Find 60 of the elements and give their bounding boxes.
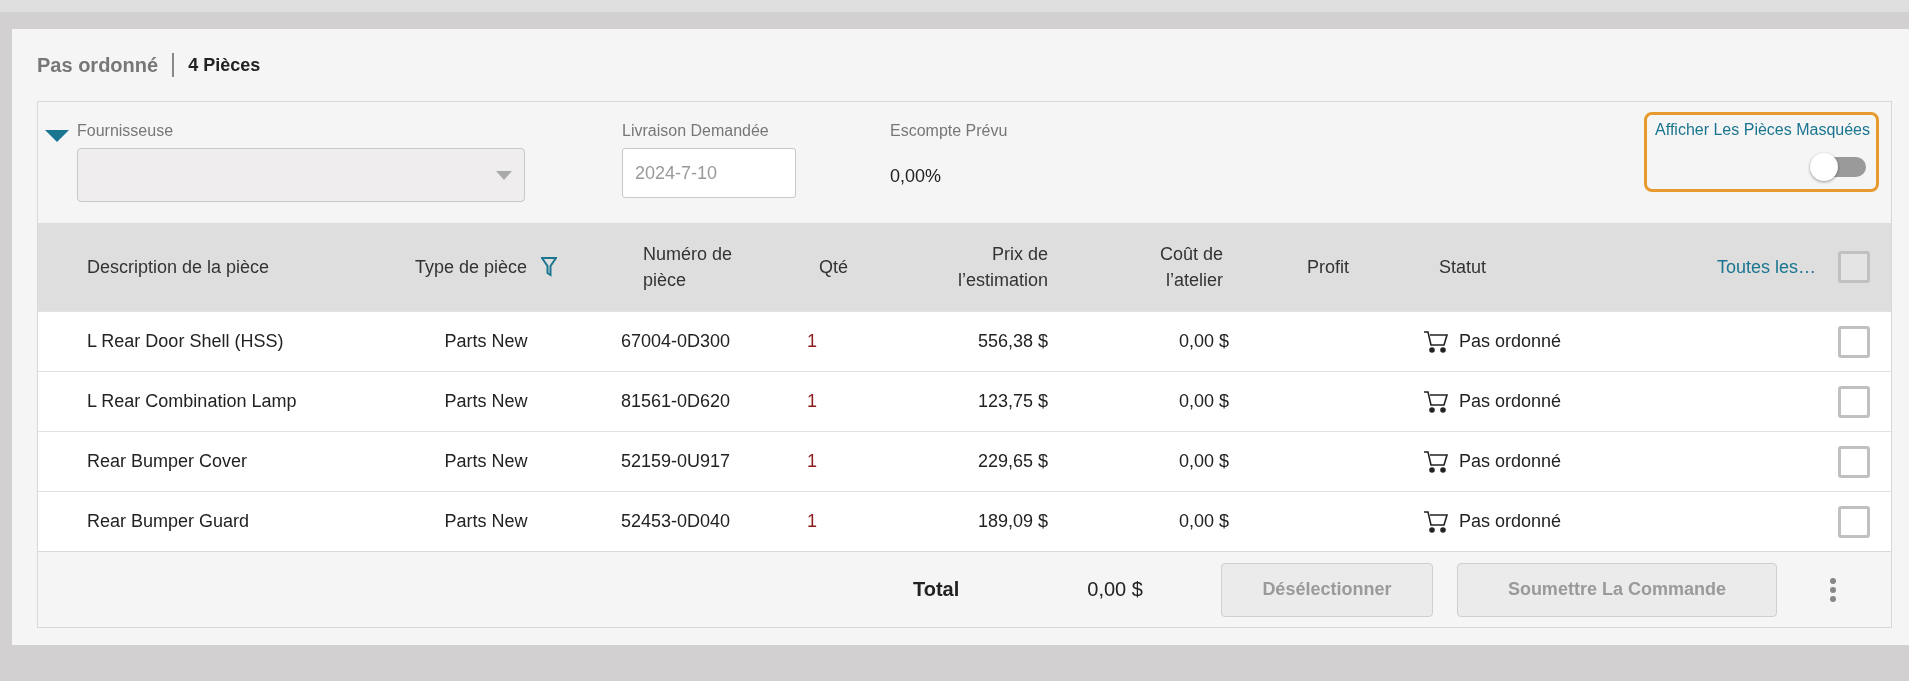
status-text: Pas ordonné bbox=[1459, 331, 1562, 352]
table-cell: Parts New bbox=[444, 511, 528, 532]
more-options-icon[interactable] bbox=[1828, 576, 1837, 603]
collapse-caret-icon[interactable] bbox=[45, 130, 69, 144]
filter-icon[interactable] bbox=[541, 257, 558, 277]
table-cell: Rear Bumper Cover bbox=[87, 451, 248, 472]
row-checkbox[interactable] bbox=[1837, 445, 1870, 478]
select-all-link[interactable]: Toutes les… bbox=[1716, 256, 1816, 278]
column-header: Prix de l’estimation bbox=[956, 242, 1048, 292]
field-label: Escompte Prévu bbox=[890, 122, 1009, 140]
table-cell: Parts New bbox=[444, 451, 528, 472]
column-header: Profit bbox=[1307, 255, 1349, 279]
dropdown-caret-icon bbox=[496, 170, 512, 180]
table-cell: 556,38 $ bbox=[977, 331, 1048, 352]
date-field[interactable]: 2024-7-10 bbox=[622, 148, 796, 198]
toggle-label: Afficher Les Pièces Masquées bbox=[1655, 121, 1870, 139]
table-cell: 229,65 $ bbox=[977, 451, 1048, 472]
table-cell: 1 bbox=[807, 451, 817, 472]
status-text: Pas ordonné bbox=[1459, 451, 1562, 472]
field-label: Livraison Demandée bbox=[622, 122, 770, 140]
row-checkbox[interactable] bbox=[1837, 385, 1870, 418]
select-all-checkbox[interactable] bbox=[1837, 251, 1870, 283]
table-cell: 67004-0D300 bbox=[621, 331, 731, 352]
row-checkbox[interactable] bbox=[1837, 505, 1870, 538]
table-cell: 0,00 $ bbox=[1178, 451, 1229, 472]
cart-icon bbox=[1423, 449, 1449, 474]
column-header: Numéro de pièce bbox=[643, 242, 734, 292]
table-cell: L Rear Combination Lamp bbox=[87, 391, 297, 412]
table-cell: 1 bbox=[807, 391, 817, 412]
cart-icon bbox=[1423, 389, 1449, 414]
column-header: Type de pièce bbox=[414, 255, 528, 279]
status-text: Pas ordonné bbox=[1459, 511, 1562, 532]
table-cell: 0,00 $ bbox=[1178, 391, 1229, 412]
table-cell: 0,00 $ bbox=[1178, 331, 1229, 352]
status-text: Pas ordonné bbox=[1459, 391, 1562, 412]
discount-value: 0,00% bbox=[890, 166, 943, 187]
table-cell: 1 bbox=[807, 511, 817, 532]
table-cell: Rear Bumper Guard bbox=[87, 511, 250, 532]
table-cell: 1 bbox=[807, 331, 817, 352]
cart-icon bbox=[1423, 509, 1449, 534]
table-cell: 189,09 $ bbox=[977, 511, 1048, 532]
cart-icon bbox=[1423, 329, 1449, 354]
row-checkbox[interactable] bbox=[1837, 325, 1870, 358]
table-cell: 81561-0D620 bbox=[621, 391, 731, 412]
field-label: Fournisseuse bbox=[77, 122, 175, 140]
table-cell: 52453-0D040 bbox=[621, 511, 731, 532]
total-value: 0,00 $ bbox=[1087, 578, 1143, 601]
table-cell: 123,75 $ bbox=[977, 391, 1048, 412]
column-header: Description de la pièce bbox=[87, 255, 270, 279]
column-header: Qté bbox=[819, 255, 848, 279]
table-cell: Parts New bbox=[444, 331, 528, 352]
section-title: Pas ordonné bbox=[37, 53, 159, 77]
parts-count: 4 Pièces bbox=[188, 54, 261, 76]
total-label: Total bbox=[913, 578, 960, 601]
column-header: Coût de l’atelier bbox=[1158, 242, 1223, 292]
table-cell: Parts New bbox=[444, 391, 528, 412]
column-header: Statut bbox=[1439, 255, 1487, 279]
table-cell: 52159-0U917 bbox=[621, 451, 731, 472]
table-cell: 0,00 $ bbox=[1178, 511, 1229, 532]
table-cell: L Rear Door Shell (HSS) bbox=[87, 331, 284, 352]
